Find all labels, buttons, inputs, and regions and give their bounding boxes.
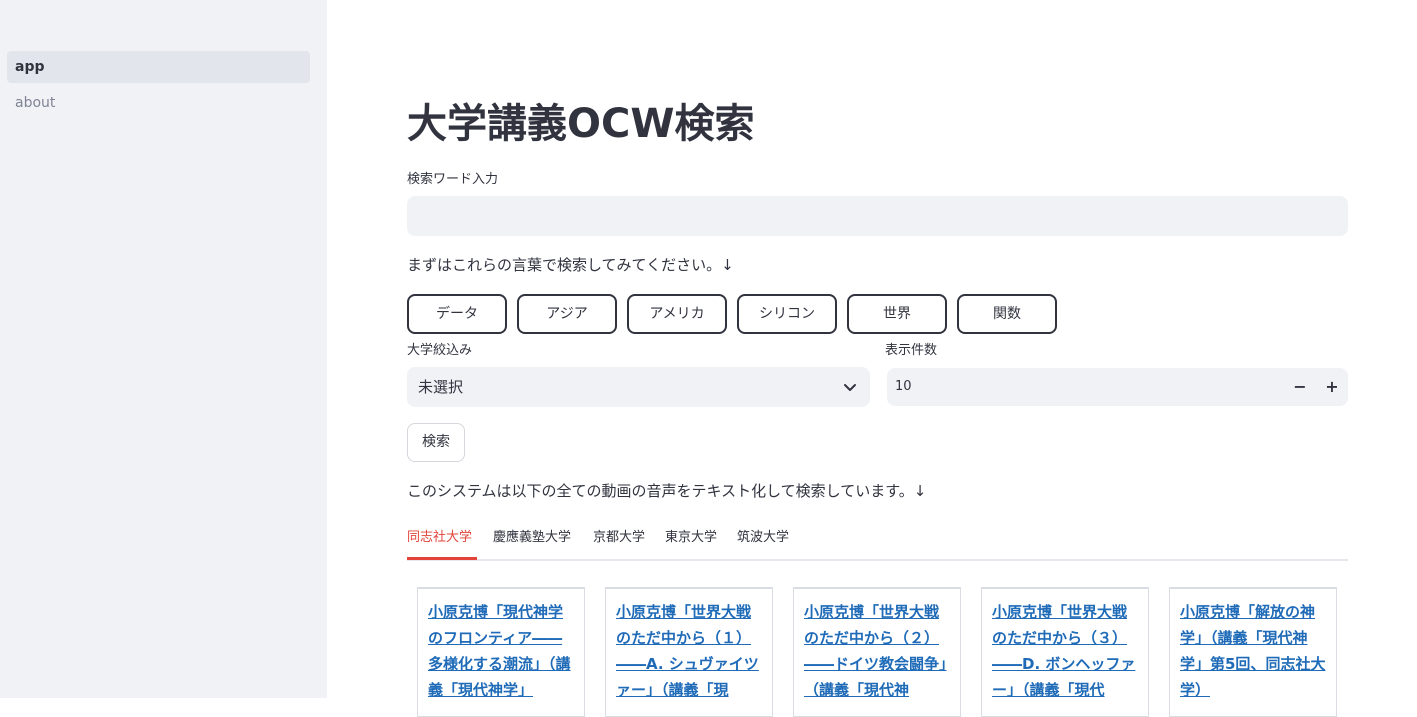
page-title: 大学講義OCW検索 (407, 101, 755, 147)
sidebar-item-about[interactable]: about (7, 87, 310, 119)
suggest-chip-asia[interactable]: アジア (517, 294, 617, 334)
video-link[interactable]: 小原克博「世界大戦のただ中から（２）――ドイツ教会闘争」（講義「現代神 (804, 599, 950, 703)
suggest-chip-data[interactable]: データ (407, 294, 507, 334)
sidebar: app about (0, 0, 327, 698)
suggest-text: まずはこれらの言葉で検索してみてください。↓ (407, 256, 734, 274)
active-tab-indicator (407, 557, 477, 560)
university-select[interactable]: 未選択 (407, 367, 870, 407)
video-link[interactable]: 小原克博「現代神学のフロンティア――多様化する潮流」（講義「現代神学」 (428, 599, 574, 703)
university-filter-label: 大学絞込み (407, 343, 473, 358)
count-label: 表示件数 (885, 343, 938, 358)
tab-doshisha[interactable]: 同志社大学 (407, 526, 472, 559)
search-input[interactable] (407, 196, 1348, 236)
search-button[interactable]: 検索 (407, 423, 465, 462)
count-value[interactable]: 10 (895, 368, 912, 406)
tab-kyoto[interactable]: 京都大学 (593, 526, 645, 559)
increment-button[interactable]: + (1318, 368, 1346, 406)
chevron-down-icon (844, 384, 856, 391)
tab-tokyo[interactable]: 東京大学 (665, 526, 717, 559)
university-select-value: 未選択 (418, 378, 464, 396)
video-link[interactable]: 小原克博「解放の神学」（講義「現代神学」第5回、同志社大学） (1180, 599, 1326, 703)
suggest-chip-function[interactable]: 関数 (957, 294, 1057, 334)
count-stepper[interactable]: 10 − + (887, 368, 1348, 406)
main-content: 大学講義OCW検索 検索ワード入力 まずはこれらの言葉で検索してみてください。↓… (407, 0, 1348, 717)
tab-tsukuba[interactable]: 筑波大学 (737, 526, 789, 559)
suggest-chip-silicon[interactable]: シリコン (737, 294, 837, 334)
video-link[interactable]: 小原克博「世界大戦のただ中から（１）――A. シュヴァイツァー」（講義「現 (616, 599, 762, 703)
video-link[interactable]: 小原克博「世界大戦のただ中から（３）――D. ボンヘッファー」（講義「現代 (992, 599, 1138, 703)
suggest-chip-world[interactable]: 世界 (847, 294, 947, 334)
info-text: このシステムは以下の全ての動画の音声をテキスト化して検索しています。↓ (407, 482, 927, 500)
tab-keio[interactable]: 慶應義塾大学 (493, 526, 571, 559)
search-label: 検索ワード入力 (407, 172, 499, 187)
sidebar-item-app[interactable]: app (7, 51, 310, 83)
suggest-chip-america[interactable]: アメリカ (627, 294, 727, 334)
decrement-button[interactable]: − (1286, 368, 1314, 406)
university-tabs: 同志社大学 慶應義塾大学 京都大学 東京大学 筑波大学 (407, 526, 1348, 561)
